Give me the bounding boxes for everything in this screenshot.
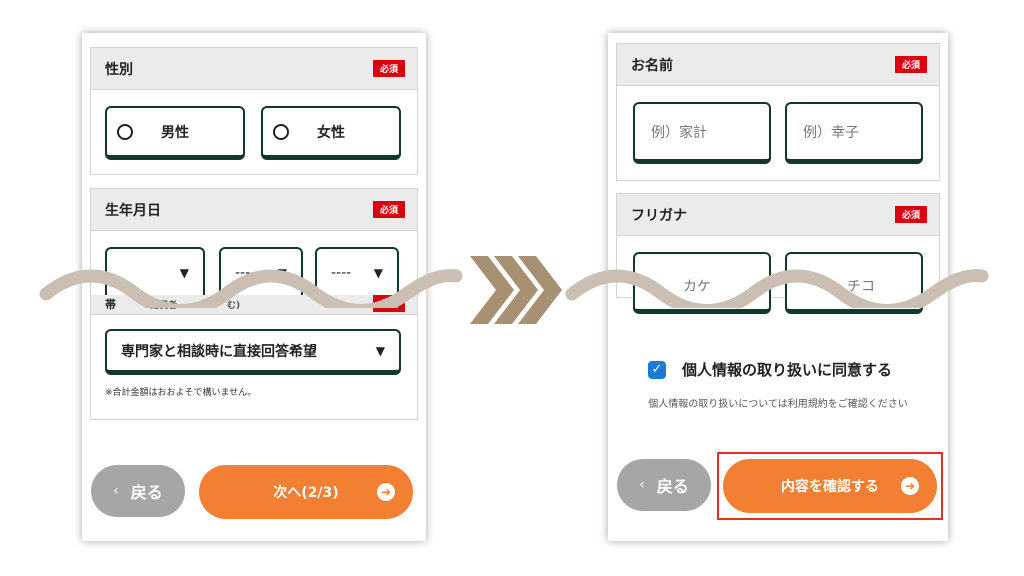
name-header: お名前 必須 <box>617 44 939 86</box>
gender-female-label: 女性 <box>317 124 345 141</box>
income-selected-value: 専門家と相談時に直接回答希望 <box>121 343 317 360</box>
chevron-left-icon: ‹ <box>113 483 119 499</box>
gender-male-option[interactable]: 男性 <box>105 106 245 160</box>
back-button-label: 戻る <box>130 483 163 502</box>
birthdate-title: 生年月日 <box>105 202 161 219</box>
required-badge: 必須 <box>372 201 405 218</box>
chevron-left-icon: ‹ <box>639 477 645 493</box>
furigana-title: フリガナ <box>631 207 687 224</box>
chevron-right-arrows-icon <box>470 256 562 324</box>
name-section: お名前 必須 例）家計 例）幸子 <box>616 43 940 181</box>
back-button-label: 戻る <box>656 477 689 496</box>
furigana-header: フリガナ 必須 <box>617 194 939 236</box>
next-button[interactable]: 次へ(2/3) ➜ <box>199 465 413 519</box>
income-note: ※合計金額はおおよそで構いません。 <box>105 388 257 398</box>
consent-label: 個人情報の取り扱いに同意する <box>682 361 893 379</box>
consent-note: 個人情報の取り扱いについては利用規約をご確認ください <box>648 399 908 410</box>
required-badge: 必須 <box>372 60 405 77</box>
birthdate-header: 生年月日 必須 <box>91 189 417 231</box>
consent-row[interactable]: ✓ 個人情報の取り扱いに同意する <box>648 359 892 380</box>
gender-section: 性別 必須 男性 女性 <box>90 47 418 175</box>
arrow-right-circle-icon: ➜ <box>377 483 395 501</box>
gender-header: 性別 必須 <box>91 48 417 90</box>
first-name-input[interactable]: 例）幸子 <box>785 102 923 164</box>
next-button-label: 次へ(2/3) <box>273 485 339 501</box>
radio-circle-icon <box>117 123 133 140</box>
required-badge: 必須 <box>894 206 927 223</box>
triangle-down-icon: ▼ <box>375 343 385 358</box>
gender-male-label: 男性 <box>161 124 189 141</box>
checkmark-icon[interactable]: ✓ <box>648 360 666 379</box>
gender-title: 性別 <box>105 61 133 78</box>
required-badge: 必須 <box>894 56 927 73</box>
gender-female-option[interactable]: 女性 <box>261 106 401 160</box>
back-button[interactable]: ‹ 戻る <box>617 459 711 511</box>
income-select[interactable]: 専門家と相談時に直接回答希望 ▼ <box>105 329 401 375</box>
name-title: お名前 <box>631 57 673 74</box>
confirm-highlight-frame <box>717 452 943 520</box>
first-name-placeholder: 例）幸子 <box>803 124 859 141</box>
last-name-input[interactable]: 例）家計 <box>633 102 771 164</box>
back-button[interactable]: ‹ 戻る <box>91 465 185 517</box>
last-name-placeholder: 例）家計 <box>651 124 707 141</box>
radio-circle-icon <box>273 123 289 140</box>
household-income-section: 帯配偶者 む) 必須 専門家と相談時に直接回答希望 ▼ ※合計金額はおおよそで構い… <box>90 295 418 420</box>
